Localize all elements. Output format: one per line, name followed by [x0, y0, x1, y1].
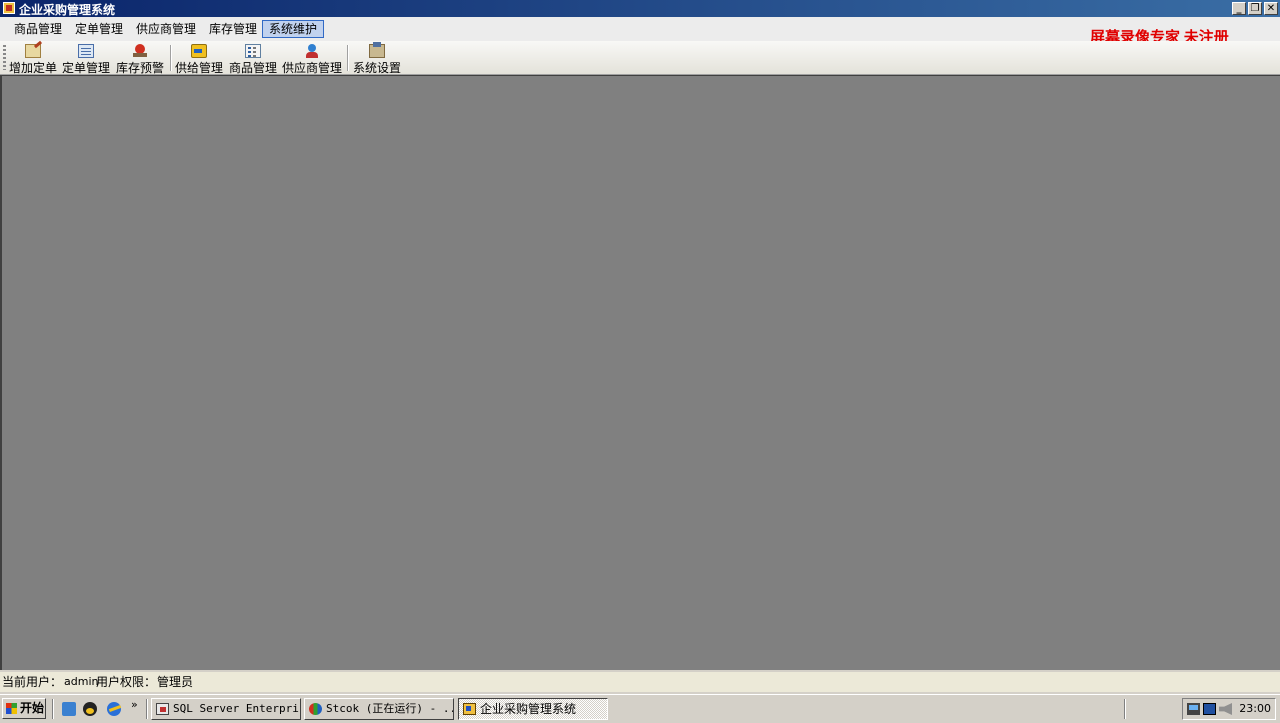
system-settings-button[interactable]: 系统设置 [353, 41, 402, 75]
volume-icon[interactable] [1219, 703, 1232, 715]
settings-icon [369, 42, 385, 58]
monitor-icon[interactable] [1203, 703, 1216, 715]
vendor-management-label: 供应商管理 [282, 61, 343, 75]
task-sql-server-label: SQL Server Enterpri... [173, 702, 300, 715]
windows-logo-icon [6, 703, 17, 714]
taskbar: 开始 » SQL Server Enterpri... Stcok (正在运行)… [0, 694, 1280, 723]
menu-suppliers[interactable]: 供应商管理 [130, 20, 202, 38]
goods-management-button[interactable]: 商品管理 [229, 41, 278, 75]
stock-alarm-icon [132, 44, 148, 58]
add-order-button[interactable]: 增加定单 [9, 41, 58, 75]
ie-icon[interactable] [107, 702, 121, 716]
start-label: 开始 [20, 701, 45, 715]
order-management-icon [78, 44, 94, 58]
toolbar-separator [347, 45, 349, 71]
qq-icon[interactable] [83, 702, 97, 716]
status-bar: 当前用户： admin 用户权限： 管理员 [0, 672, 1280, 692]
menu-orders[interactable]: 定单管理 [69, 20, 129, 38]
visual-studio-icon [309, 703, 322, 715]
vendor-icon [304, 44, 320, 58]
supply-management-label: 供给管理 [175, 61, 224, 75]
menu-goods[interactable]: 商品管理 [8, 20, 68, 38]
system-tray: 23:00 [1182, 698, 1276, 720]
minimize-button[interactable]: _ [1232, 2, 1246, 15]
close-button[interactable]: ✕ [1264, 2, 1278, 15]
sql-server-icon [156, 703, 169, 715]
goods-icon [245, 44, 261, 58]
start-button[interactable]: 开始 [2, 698, 46, 719]
menu-inventory[interactable]: 库存管理 [203, 20, 263, 38]
supply-icon [191, 44, 207, 58]
user-permission-value: 管理员 [157, 675, 194, 689]
add-order-icon [25, 44, 41, 58]
supply-management-button[interactable]: 供给管理 [175, 41, 224, 75]
clock[interactable]: 23:00 [1239, 702, 1271, 715]
taskbar-divider [1124, 699, 1126, 719]
toolbar: 增加定单 定单管理 库存预警 供给管理 商品管理 供应商管理 系统设置 [0, 41, 1280, 75]
current-user-value: admin [64, 675, 99, 688]
user-permission-label: 用户权限： [96, 675, 157, 689]
stock-alarm-button[interactable]: 库存预警 [116, 41, 165, 75]
vendor-management-button[interactable]: 供应商管理 [282, 41, 343, 75]
taskbar-divider [146, 699, 148, 719]
menu-system-maintenance[interactable]: 系统维护 [262, 20, 325, 38]
stock-alarm-label: 库存预警 [116, 61, 165, 75]
task-sql-server[interactable]: SQL Server Enterpri... [151, 698, 301, 720]
menu-bar: 商品管理 定单管理 供应商管理 库存管理 系统维护 [0, 17, 1280, 41]
toolbar-separator [170, 45, 172, 71]
app-icon [463, 703, 476, 715]
current-user-label: 当前用户： [2, 675, 63, 689]
window-title-bar[interactable]: 企业采购管理系统 _ ❐ ✕ [0, 0, 1280, 17]
task-purchase-system[interactable]: 企业采购管理系统 [458, 698, 608, 720]
goods-management-label: 商品管理 [229, 61, 278, 75]
order-management-button[interactable]: 定单管理 [62, 41, 111, 75]
window-title: 企业采购管理系统 [19, 3, 116, 17]
toolbar-grip[interactable] [3, 45, 6, 70]
order-management-label: 定单管理 [62, 61, 111, 75]
quicklaunch-more-button[interactable]: » [131, 698, 138, 711]
task-purchase-system-label: 企业采购管理系统 [480, 702, 577, 716]
task-stcok[interactable]: Stcok (正在运行) - ... [304, 698, 454, 720]
network-icon[interactable] [1187, 703, 1200, 715]
add-order-label: 增加定单 [9, 61, 58, 75]
show-desktop-icon[interactable] [62, 702, 76, 716]
task-stcok-label: Stcok (正在运行) - ... [326, 702, 454, 715]
restore-button[interactable]: ❐ [1248, 2, 1262, 15]
app-icon [3, 2, 15, 14]
mdi-workspace [0, 75, 1280, 670]
taskbar-divider [52, 699, 54, 719]
system-settings-label: 系统设置 [353, 61, 402, 75]
window-controls: _ ❐ ✕ [1232, 2, 1278, 15]
